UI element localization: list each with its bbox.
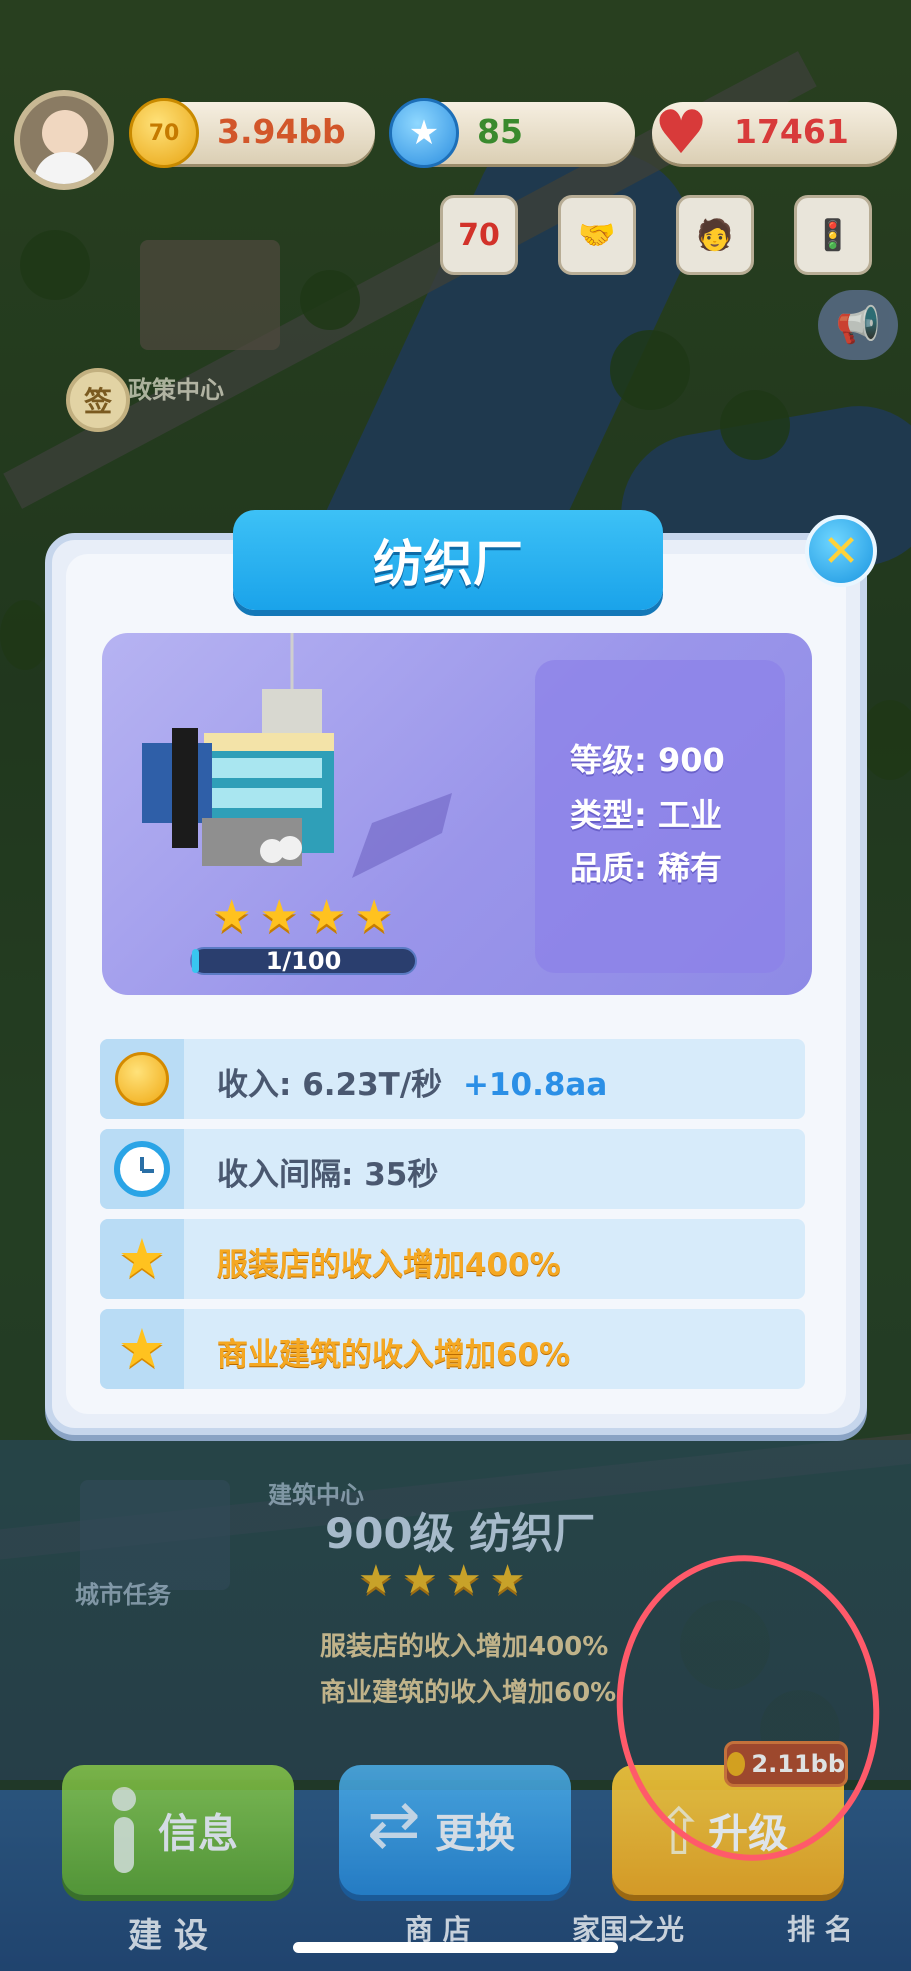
info-button[interactable]: 信息 [62,1765,294,1895]
star-icon: ★ [212,891,252,942]
star-icon: ★ [306,891,347,942]
star-icon: ★ [401,1557,438,1603]
avatar-body [34,152,96,184]
building-level: 等级: 900 [570,741,725,779]
row-icon-cell: ★ [100,1309,184,1389]
panel-buff-2: 商业建筑的收入增加60% [320,1678,617,1708]
row-icon-cell [100,1039,184,1119]
building-quality: 品质: 稀有 [570,849,722,887]
star-icon: ★ [445,1557,482,1603]
avatar-face [42,110,88,156]
row-icon-cell: ★ [100,1219,184,1299]
interval-text: 收入间隔: 35秒 [217,1157,439,1193]
building-type: 类型: 工业 [570,796,722,834]
blue-star-icon: ★ [389,98,459,168]
event-70-icon[interactable]: 70 [440,195,518,275]
progress-fill [192,949,199,973]
star-icon: ★ [354,891,394,942]
star-icon: ★ [259,891,299,942]
row-icon-cell [100,1129,184,1209]
heart-icon: ♥ [654,98,708,168]
income-row: 收入: 6.23T/秒 +10.8aa [100,1039,805,1119]
home-indicator[interactable] [293,1942,618,1953]
swap-button-label: 更换 [435,1811,515,1857]
star-counter[interactable]: ★ 85 [389,98,635,168]
megaphone-icon[interactable]: 📢 [818,290,898,360]
handshake-icon[interactable]: 🤝 [558,195,636,275]
sign-in-badge[interactable]: 签 [66,368,130,432]
panel-buff-1: 服装店的收入增加400% [320,1632,609,1662]
nav-rank[interactable]: 排 名 [787,1908,853,1948]
coin-icon [115,1052,169,1106]
coin-counter[interactable]: 70 3.94bb [129,98,375,168]
heart-amount: 17461 [734,112,849,151]
star-amount: 85 [477,112,523,151]
star-icon: ★ [489,1557,526,1603]
dialog-title: 纺织厂 [373,535,523,593]
panel-title: 900级 纺织厂 [325,1509,596,1558]
star-icon: ★ [117,1227,167,1290]
buff-row: ★ 商业建筑的收入增加60% [100,1309,805,1389]
textile-factory-illustration [142,633,452,878]
buff-text: 商业建筑的收入增加60% [217,1337,571,1373]
building-star-rating: ★ ★ ★ ★ [212,895,394,939]
player-avatar[interactable] [14,90,114,190]
star-icon: ★ [117,1317,167,1380]
income-bonus: +10.8aa [462,1067,608,1103]
income-label: 收入: 6.23T/秒 [217,1067,443,1103]
level-progress-bar: 1/100 [190,947,417,975]
info-icon [104,1787,144,1873]
close-button[interactable]: ✕ [805,515,877,587]
character-event-icon[interactable]: 🧑 [676,195,754,275]
info-button-label: 信息 [158,1811,238,1857]
interval-row: 收入间隔: 35秒 [100,1129,805,1209]
dialog-title-ribbon: 纺织厂 [233,510,663,610]
coin-amount: 3.94bb [217,112,346,151]
traffic-police-icon[interactable]: 🚦 [794,195,872,275]
progress-text: 1/100 [265,947,342,975]
swap-arrows-icon: ⇄ [367,1788,421,1862]
clock-icon [114,1141,170,1197]
star-icon: ★ [358,1557,394,1603]
buff-text: 服装店的收入增加400% [217,1247,561,1283]
heart-counter[interactable]: ♥ 17461 [652,98,897,168]
policy-center-label[interactable]: 政策中心 [128,370,224,405]
panel-star-rating: ★ ★ ★ ★ [358,1560,525,1600]
income-text: 收入: 6.23T/秒 +10.8aa [217,1059,607,1104]
swap-button[interactable]: ⇄ 更换 [339,1765,571,1895]
city-task-label[interactable]: 城市任务 [75,1575,171,1610]
close-icon: ✕ [822,525,860,577]
nav-build[interactable]: 建 设 [128,1908,208,1957]
buff-row: ★ 服装店的收入增加400% [100,1219,805,1299]
coin-icon: 70 [129,98,199,168]
